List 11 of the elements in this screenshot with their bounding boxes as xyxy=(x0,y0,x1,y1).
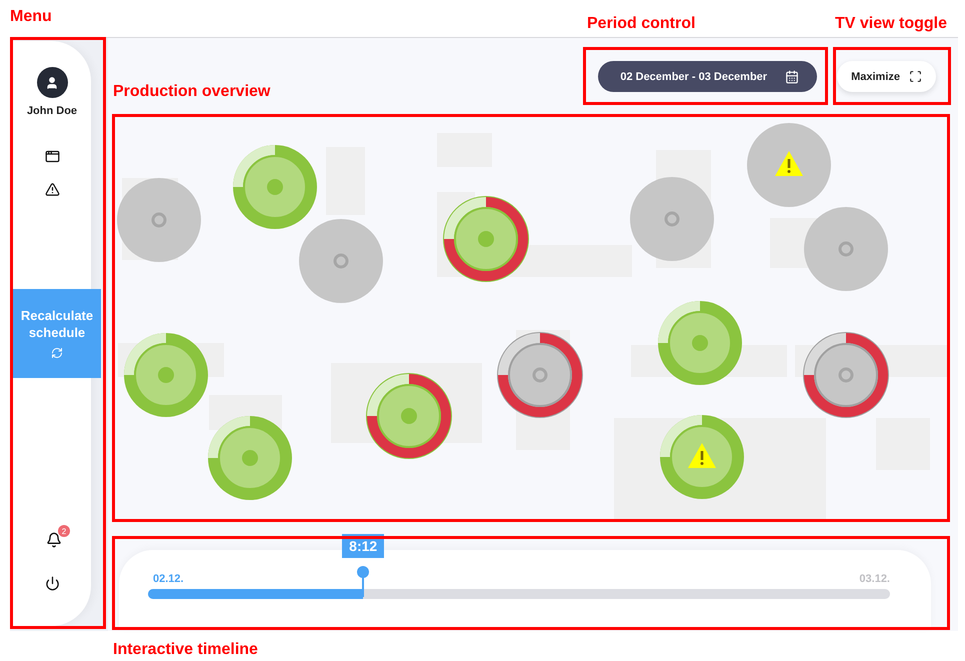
annotation-label: Menu xyxy=(10,8,52,26)
annotation-label: TV view toggle xyxy=(835,15,948,33)
user-name: John Doe xyxy=(26,105,78,117)
start-date: 02.12. xyxy=(153,573,184,585)
annotation-label: Period control xyxy=(587,15,696,33)
notification-badge: 2 xyxy=(58,525,70,537)
end-date: 03.12. xyxy=(859,573,890,585)
period-button[interactable]: 02 December - 03 December xyxy=(598,61,818,92)
annotation-label: Production overview xyxy=(113,83,270,101)
annotation-label: Interactive timeline xyxy=(113,641,258,659)
maximize-button[interactable]: Maximize xyxy=(837,61,936,92)
